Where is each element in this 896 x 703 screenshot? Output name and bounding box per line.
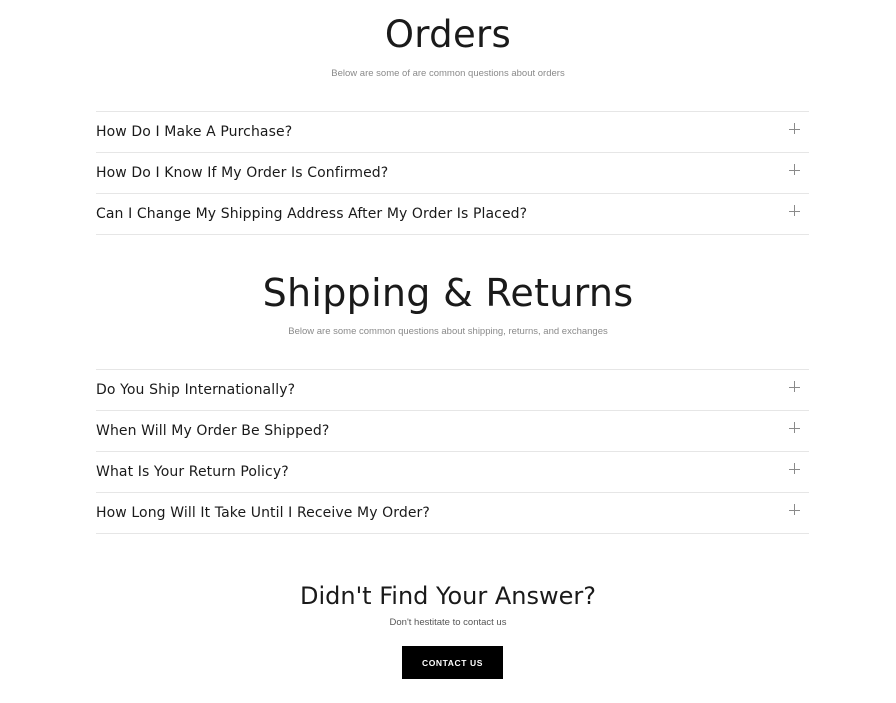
orders-subtitle: Below are some of are common questions a…	[331, 68, 565, 79]
orders-faq-list: How Do I Make A Purchase? How Do I Know …	[96, 111, 809, 235]
orders-heading: Orders	[384, 13, 512, 56]
faq-question: How Long Will It Take Until I Receive My…	[96, 505, 430, 521]
faq-item[interactable]: Do You Ship Internationally?	[96, 370, 809, 411]
faq-question: When Will My Order Be Shipped?	[96, 423, 330, 439]
plus-icon[interactable]	[789, 463, 801, 475]
faq-question: Do You Ship Internationally?	[96, 382, 296, 398]
shipping-heading: Shipping & Returns	[262, 271, 634, 315]
faq-question: Can I Change My Shipping Address After M…	[96, 206, 528, 222]
contact-us-button[interactable]: CONTACT US	[402, 646, 503, 679]
plus-icon[interactable]	[789, 123, 801, 135]
faq-item[interactable]: What Is Your Return Policy?	[96, 452, 809, 493]
plus-icon[interactable]	[789, 164, 801, 176]
faq-item[interactable]: How Do I Make A Purchase?	[96, 112, 809, 153]
shipping-subtitle: Below are some common questions about sh…	[288, 326, 608, 337]
plus-icon[interactable]	[789, 381, 801, 393]
faq-item[interactable]: Can I Change My Shipping Address After M…	[96, 194, 809, 235]
faq-item[interactable]: When Will My Order Be Shipped?	[96, 411, 809, 452]
faq-question: What Is Your Return Policy?	[96, 464, 289, 480]
cta-heading: Didn't Find Your Answer?	[299, 582, 597, 610]
plus-icon[interactable]	[789, 205, 801, 217]
faq-question: How Do I Make A Purchase?	[96, 124, 293, 140]
faq-item[interactable]: How Long Will It Take Until I Receive My…	[96, 493, 809, 534]
shipping-faq-list: Do You Ship Internationally? When Will M…	[96, 369, 809, 534]
faq-question: How Do I Know If My Order Is Confirmed?	[96, 165, 389, 181]
plus-icon[interactable]	[789, 504, 801, 516]
faq-item[interactable]: How Do I Know If My Order Is Confirmed?	[96, 153, 809, 194]
cta-subtitle: Don't hestitate to contact us	[389, 617, 507, 628]
plus-icon[interactable]	[789, 422, 801, 434]
